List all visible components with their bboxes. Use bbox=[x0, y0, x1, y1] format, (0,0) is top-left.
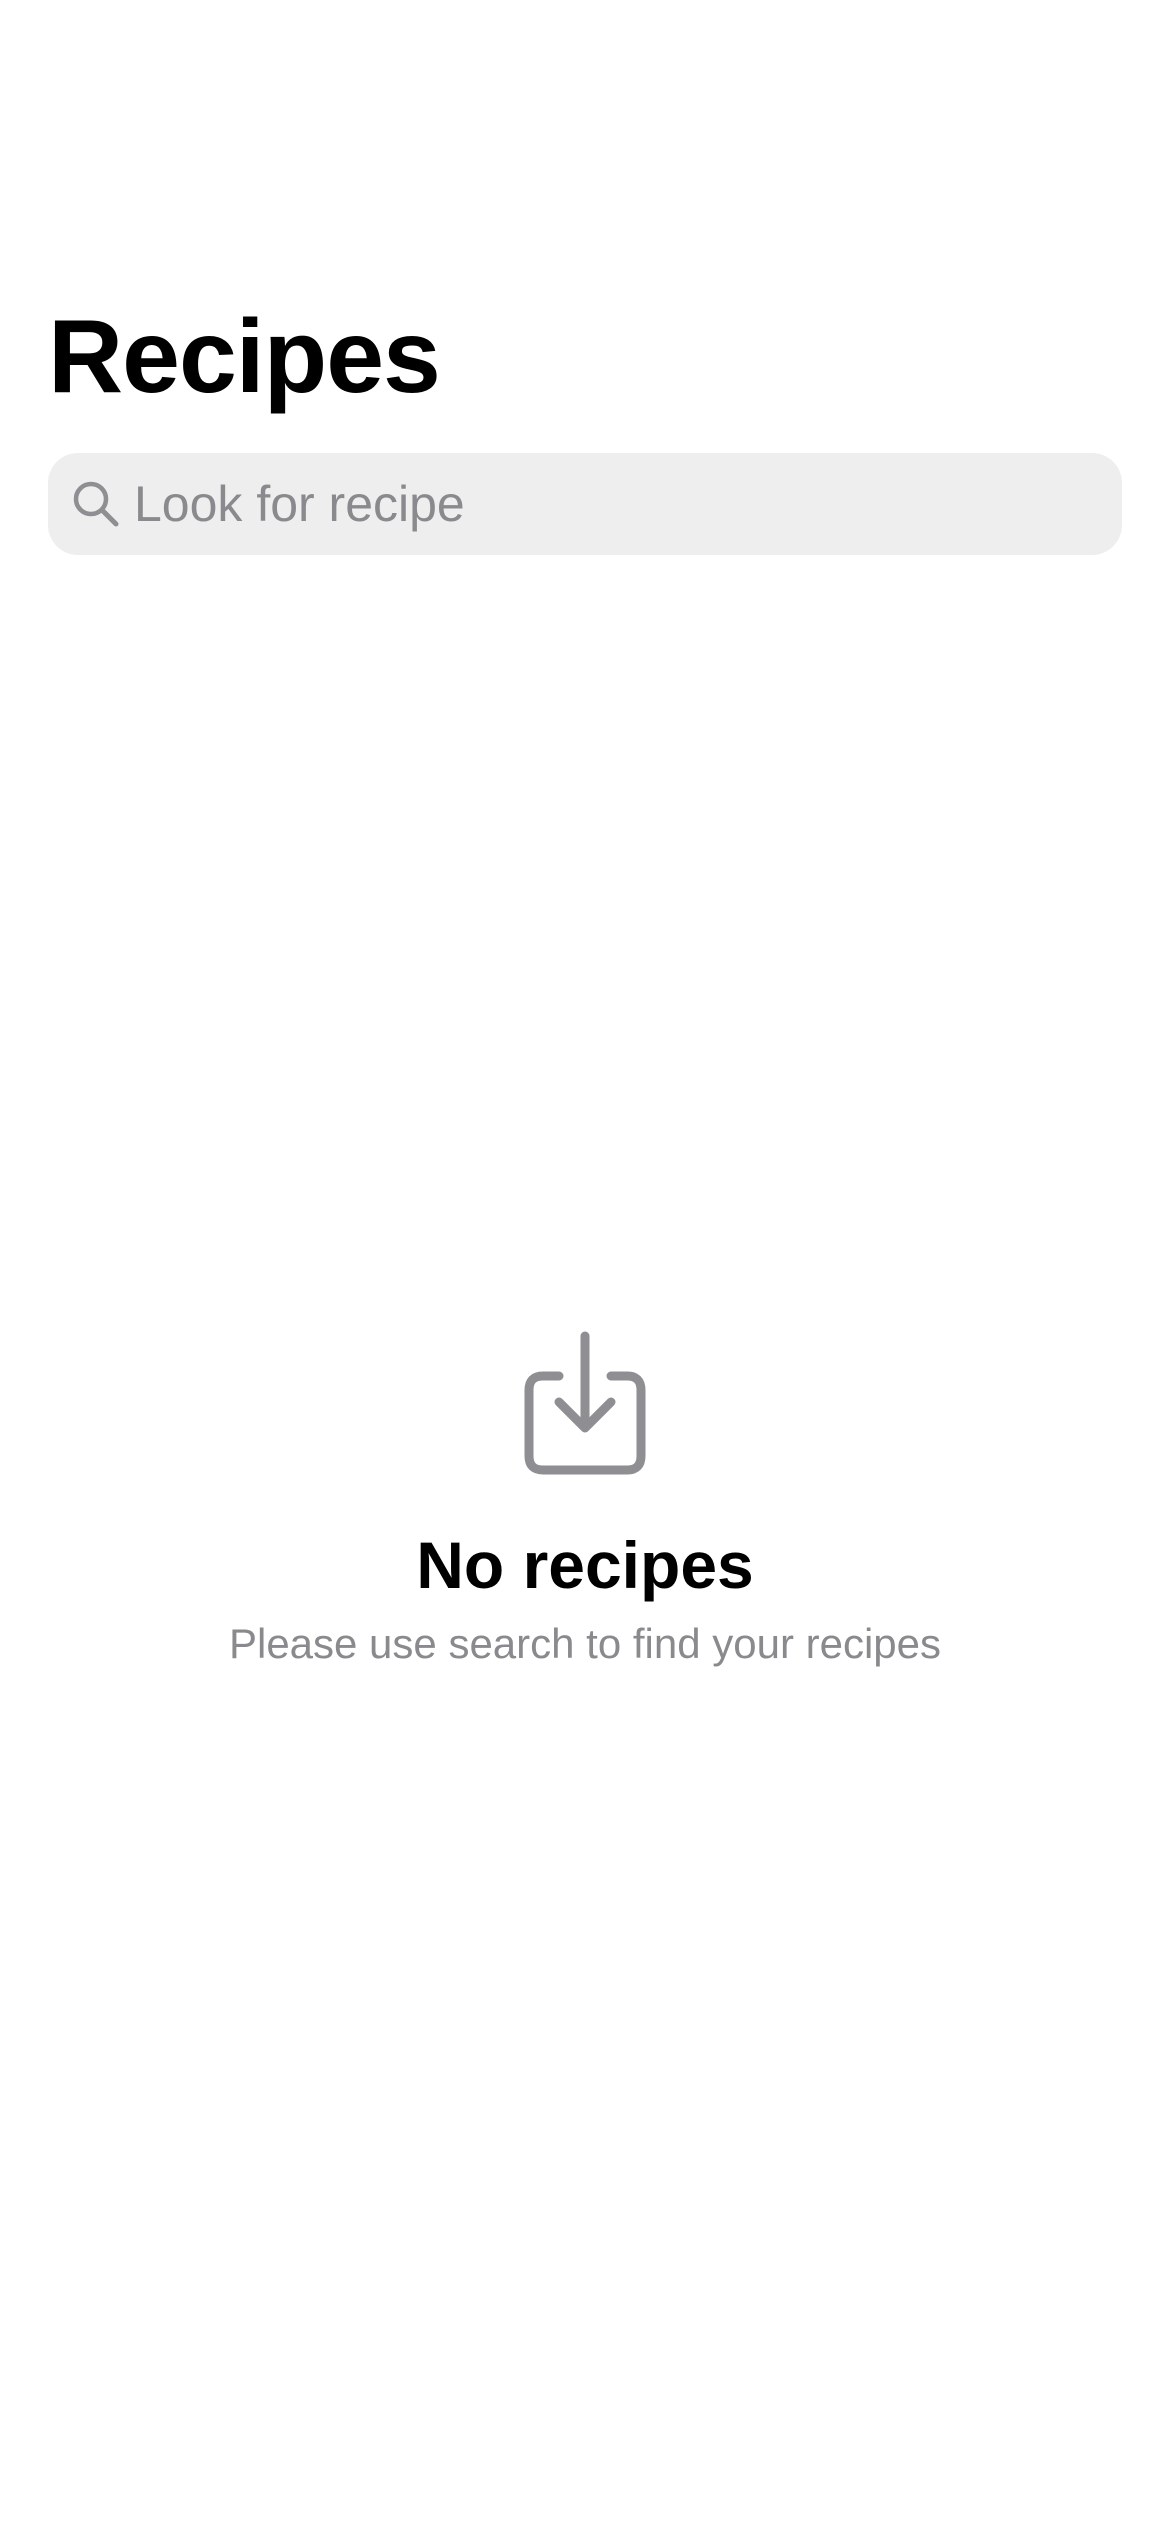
empty-state-title: No recipes bbox=[416, 1528, 754, 1602]
search-input[interactable] bbox=[134, 464, 1094, 544]
empty-state-subtitle: Please use search to find your recipes bbox=[228, 1620, 942, 1667]
page-title: Recipes bbox=[48, 299, 441, 415]
recipes-screen: Recipes No recipes Please use search to … bbox=[0, 0, 1170, 2532]
search-bar[interactable] bbox=[48, 453, 1122, 555]
tray-arrow-down-icon bbox=[523, 1330, 647, 1476]
search-icon bbox=[70, 478, 122, 530]
empty-state: No recipes Please use search to find you… bbox=[0, 1330, 1170, 1668]
